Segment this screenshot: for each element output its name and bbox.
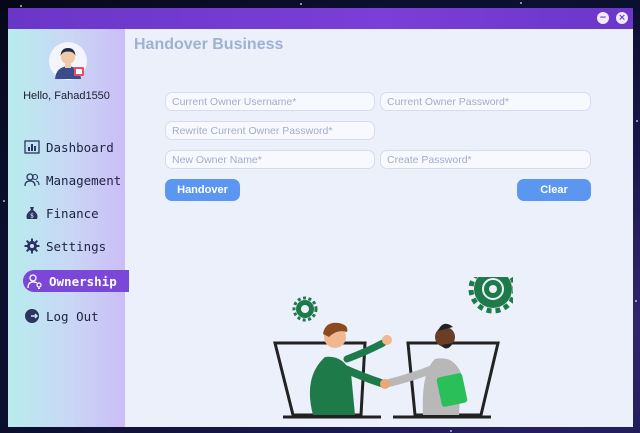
sidebar-item-ownership[interactable]: Ownership (23, 270, 129, 292)
title-bar[interactable]: − × (8, 8, 633, 29)
sidebar-item-dashboard[interactable]: Dashboard (24, 136, 124, 158)
greeting: Hello, Fahad1550 (23, 90, 110, 102)
create-password-field[interactable] (380, 150, 591, 169)
page-title: Handover Business (134, 36, 284, 53)
gear-icon (24, 238, 40, 254)
star (635, 300, 637, 302)
main-panel: Handover Business Handover Clear (125, 29, 633, 427)
star (3, 200, 5, 202)
star (20, 5, 22, 7)
star (450, 430, 452, 432)
sidebar: Hello, Fahad1550 Dashboard Management $ (8, 29, 129, 427)
current-owner-username-field[interactable] (165, 92, 375, 111)
sidebar-item-label: Settings (46, 238, 107, 254)
sidebar-item-label: Log Out (46, 308, 99, 324)
star (520, 2, 522, 4)
sidebar-item-finance[interactable]: $ Finance (24, 202, 124, 224)
money-bag-icon: $ (26, 207, 38, 220)
user-key-icon (27, 274, 42, 289)
sidebar-item-label: Dashboard (46, 139, 114, 155)
rewrite-password-field[interactable] (165, 121, 375, 140)
users-icon (24, 173, 40, 187)
svg-text:$: $ (30, 213, 34, 220)
sidebar-item-label: Ownership (49, 273, 117, 289)
avatar (49, 42, 87, 80)
gear-icon (292, 296, 318, 322)
clear-button[interactable]: Clear (517, 179, 591, 201)
sidebar-item-settings[interactable]: Settings (24, 235, 124, 257)
sidebar-item-management[interactable]: Management (24, 169, 124, 191)
app-window: − × Hello, Fahad1550 Dashboard Managemen… (8, 8, 633, 427)
gear-icon (468, 277, 513, 314)
star (636, 120, 638, 122)
sidebar-item-label: Management (46, 172, 122, 188)
new-owner-name-field[interactable] (165, 150, 375, 169)
sidebar-item-label: Finance (46, 205, 99, 221)
sidebar-item-logout[interactable]: Log Out (24, 305, 124, 327)
bar-chart-icon (24, 140, 40, 154)
minimize-button[interactable]: − (597, 12, 609, 24)
handshake-illustration (273, 277, 513, 419)
close-button[interactable]: × (616, 12, 628, 24)
logout-icon (25, 309, 39, 323)
star (300, 3, 302, 5)
current-owner-password-field[interactable] (380, 92, 591, 111)
handover-button[interactable]: Handover (165, 179, 240, 201)
